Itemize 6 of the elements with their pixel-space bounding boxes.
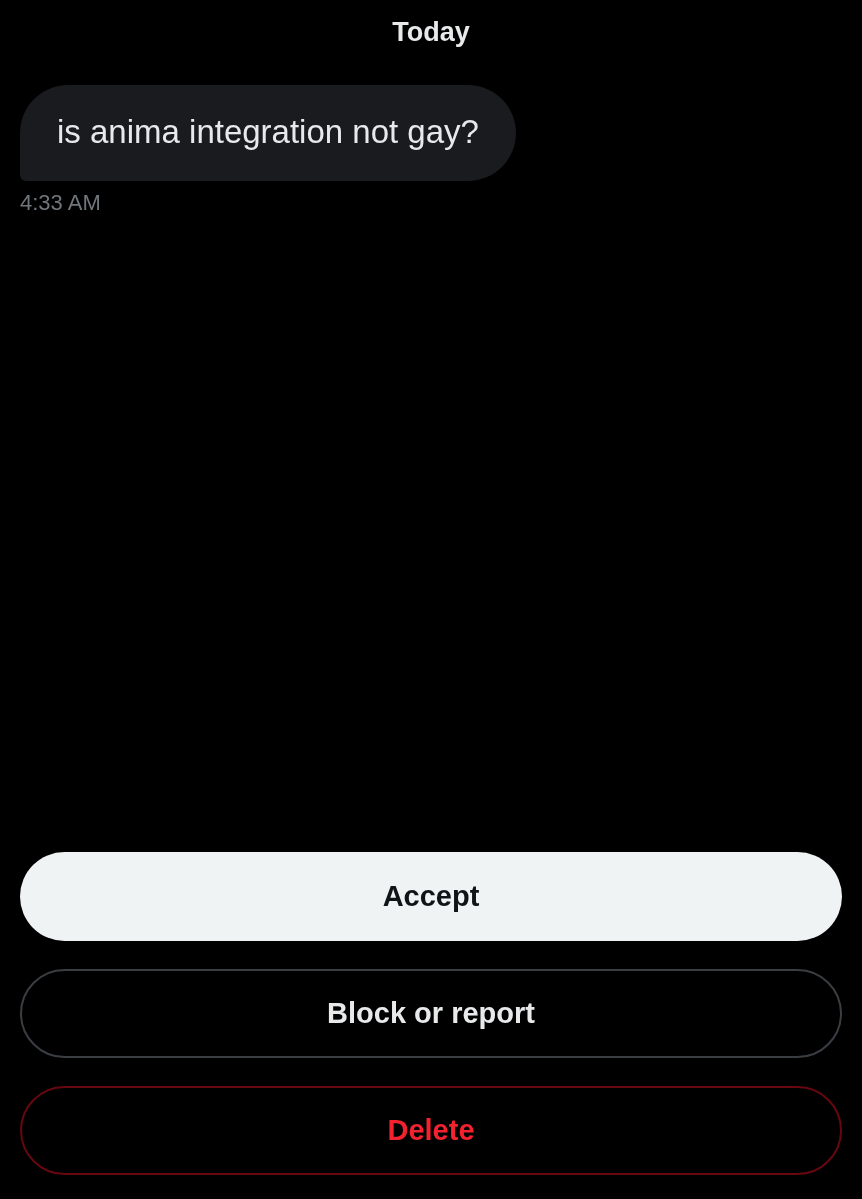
block-or-report-button[interactable]: Block or report — [20, 969, 842, 1058]
accept-button[interactable]: Accept — [20, 852, 842, 941]
message-time: 4:33 AM — [20, 190, 101, 216]
date-header: Today — [392, 17, 470, 48]
delete-button[interactable]: Delete — [20, 1086, 842, 1175]
message-bubble: is anima integration not gay? — [20, 85, 516, 181]
